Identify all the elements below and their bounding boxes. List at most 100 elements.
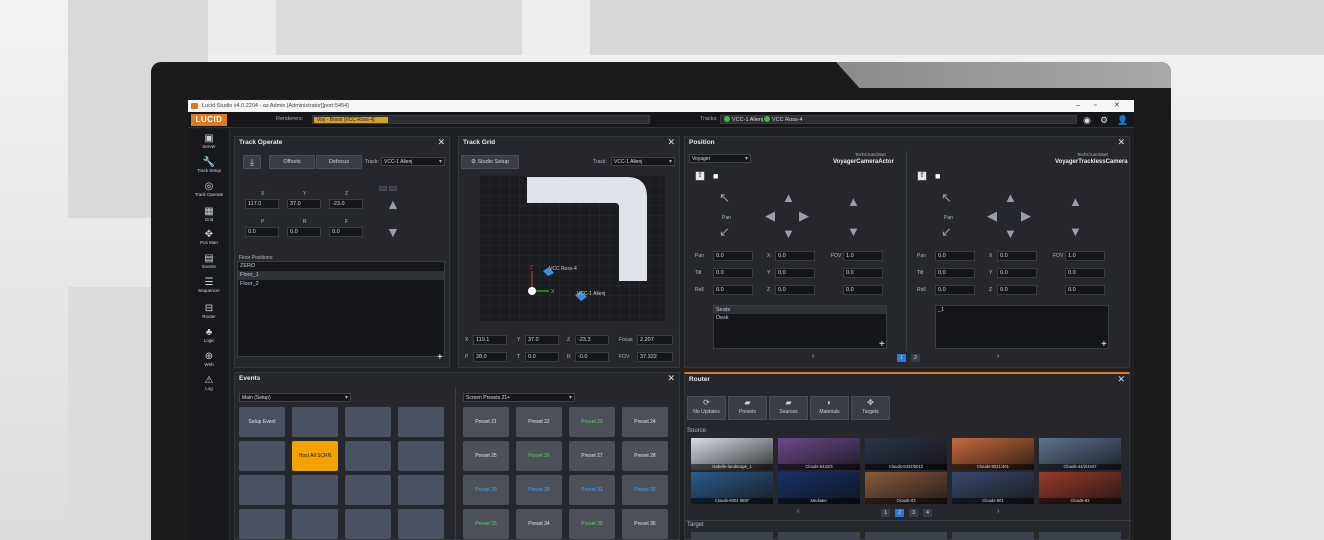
f-field[interactable]: 0.0 (329, 227, 363, 237)
preset-button[interactable]: Preset 29 (463, 475, 509, 505)
close-icon[interactable]: ✕ (437, 137, 445, 148)
event-cell[interactable] (292, 407, 338, 437)
preset-button[interactable]: Preset 36 (622, 509, 668, 539)
globe-icon[interactable]: ◉ (1082, 115, 1092, 125)
z-field[interactable]: -23.3 (575, 335, 609, 345)
tracks-field[interactable]: VCC-1 Alienj VCC Ross-4 (720, 115, 1077, 124)
preset-button[interactable]: Preset 28 (622, 441, 668, 471)
minimize-button[interactable]: – (1076, 100, 1080, 112)
upload-icon[interactable]: ⇧ (917, 171, 927, 181)
f2-field[interactable]: 0.0 (843, 268, 883, 278)
preset-button[interactable]: Preset 30 (516, 475, 562, 505)
step-button[interactable] (379, 186, 387, 191)
preset-button[interactable]: Preset 32 (622, 475, 668, 505)
close-window-button[interactable]: ✕ (1114, 100, 1120, 112)
direction-arrow-icon[interactable]: ▲ (1004, 191, 1017, 205)
prev-page-button[interactable]: ‹ (797, 508, 799, 515)
preset-button[interactable]: Preset 26 (516, 441, 562, 471)
direction-arrow-icon[interactable]: ▲ (782, 191, 795, 205)
tilt-field[interactable]: 0.0 (713, 268, 753, 278)
sidebar-item-pos-man[interactable]: ✥ Pos Man (188, 229, 230, 246)
y-field[interactable]: 37.0 (525, 335, 559, 345)
event-cell[interactable] (398, 475, 444, 505)
event-cell[interactable] (292, 509, 338, 539)
direction-arrow-icon[interactable]: ↖ (719, 191, 730, 205)
no-updates-button[interactable]: ⟳ No Updates (687, 396, 726, 420)
x-field[interactable]: 119.1 (473, 335, 507, 345)
track-chip-2[interactable]: VCC Ross-4 (764, 116, 803, 124)
target-thumbnail[interactable] (778, 532, 860, 540)
target-thumbnail[interactable] (1039, 532, 1121, 540)
page-1-button[interactable]: 1 (897, 354, 906, 362)
page-3-button[interactable]: 3 (909, 509, 918, 517)
event-cell[interactable] (345, 475, 391, 505)
source-thumbnail[interactable]: Clouds-801 (952, 472, 1034, 504)
sidebar-item-log[interactable]: ⚠ Log (188, 375, 230, 392)
event-group-select[interactable]: Main (Setup) (239, 393, 351, 402)
track-select[interactable]: VCC-1 Alienj (381, 157, 445, 166)
source-thumbnail[interactable]: Clouds-8001 9897 (691, 472, 773, 504)
f2-field[interactable]: 0.0 (1065, 268, 1105, 278)
direction-arrow-icon[interactable]: ▲ (1069, 195, 1082, 209)
sources-button[interactable]: ▰ Sources (769, 396, 808, 420)
offsets-button[interactable]: Offsets (269, 155, 315, 169)
y-field[interactable]: 37.0 (287, 199, 321, 209)
direction-arrow-icon[interactable]: ▼ (1069, 225, 1082, 239)
next-page-button[interactable]: › (997, 508, 999, 515)
tilt-field[interactable]: 0.0 (935, 268, 975, 278)
upload-icon[interactable]: ⇧ (695, 171, 705, 181)
direction-arrow-icon[interactable]: ▲ (847, 195, 860, 209)
track-chip-1[interactable]: VCC-1 Alienj (724, 116, 763, 124)
page-1-button[interactable]: 1 (881, 509, 890, 517)
preset-button[interactable]: Preset 35 (569, 509, 615, 539)
preset-button[interactable]: Preset 24 (622, 407, 668, 437)
source-thumbnail[interactable]: Clouds-8021/401 (952, 438, 1034, 470)
event-cell[interactable] (239, 441, 285, 471)
preset-button[interactable]: Preset 33 (463, 509, 509, 539)
down-arrow-icon[interactable]: ▼ (386, 225, 400, 239)
step-button[interactable] (389, 186, 397, 191)
fov-field[interactable]: 1.0 (1065, 251, 1105, 261)
preset-button[interactable]: Preset 31 (569, 475, 615, 505)
list-item[interactable]: Seats (714, 306, 886, 314)
sidebar-item-events[interactable]: ▤ Events (188, 253, 230, 270)
event-cell[interactable] (345, 441, 391, 471)
source-thumbnail[interactable]: Clouds-82 (1039, 472, 1121, 504)
presets-button[interactable]: ▰ Presets (728, 396, 767, 420)
f3-field[interactable]: 0.0 (1065, 285, 1105, 295)
fov-field[interactable]: 1.0 (843, 251, 883, 261)
event-cell[interactable] (398, 509, 444, 539)
list-item[interactable]: Floor_1 (238, 271, 444, 280)
p-field[interactable]: 0.0 (245, 227, 279, 237)
track-select[interactable]: VCC-1 Alienj (611, 157, 675, 166)
direction-arrow-icon[interactable]: ▼ (847, 225, 860, 239)
renderer-chip[interactable]: Voy - Boost [VCC Ross-4] (314, 117, 388, 123)
target-thumbnail[interactable] (691, 532, 773, 540)
preset-button[interactable]: Preset 25 (463, 441, 509, 471)
event-cell[interactable] (292, 475, 338, 505)
direction-arrow-icon[interactable]: ▶ (1021, 209, 1031, 223)
position-group-select[interactable]: Voyager (689, 154, 751, 163)
next-page-button[interactable]: › (997, 353, 999, 360)
f3-field[interactable]: 0.0 (843, 285, 883, 295)
list-item[interactable]: Desk (714, 314, 886, 322)
target-thumbnail[interactable] (865, 532, 947, 540)
source-thumbnail[interactable]: Clouds-02 (865, 472, 947, 504)
sidebar-item-grid[interactable]: ▦ Grid (188, 206, 230, 223)
preset-button[interactable]: Preset 23 (569, 407, 615, 437)
up-arrow-icon[interactable]: ▲ (386, 197, 400, 211)
event-cell[interactable] (345, 509, 391, 539)
defocus-button[interactable]: Defocus (316, 155, 362, 169)
source-thumbnail[interactable]: Isabelle-landscape_1 (691, 438, 773, 470)
x-field[interactable]: 0.0 (997, 251, 1037, 261)
sidebar-item-logic[interactable]: ♣ Logic (188, 327, 230, 344)
z-field[interactable]: 0.0 (775, 285, 815, 295)
list-item[interactable]: _1 (936, 306, 1108, 314)
page-4-button[interactable]: 4 (923, 509, 932, 517)
cursor-tool-button[interactable]: ⤓ (243, 155, 261, 169)
add-icon[interactable]: + (879, 339, 885, 350)
list-item[interactable]: Floor_2 (238, 280, 444, 289)
video-camera-icon[interactable]: ■ (935, 171, 940, 181)
x-field[interactable]: 0.0 (775, 251, 815, 261)
direction-arrow-icon[interactable]: ↖ (941, 191, 952, 205)
